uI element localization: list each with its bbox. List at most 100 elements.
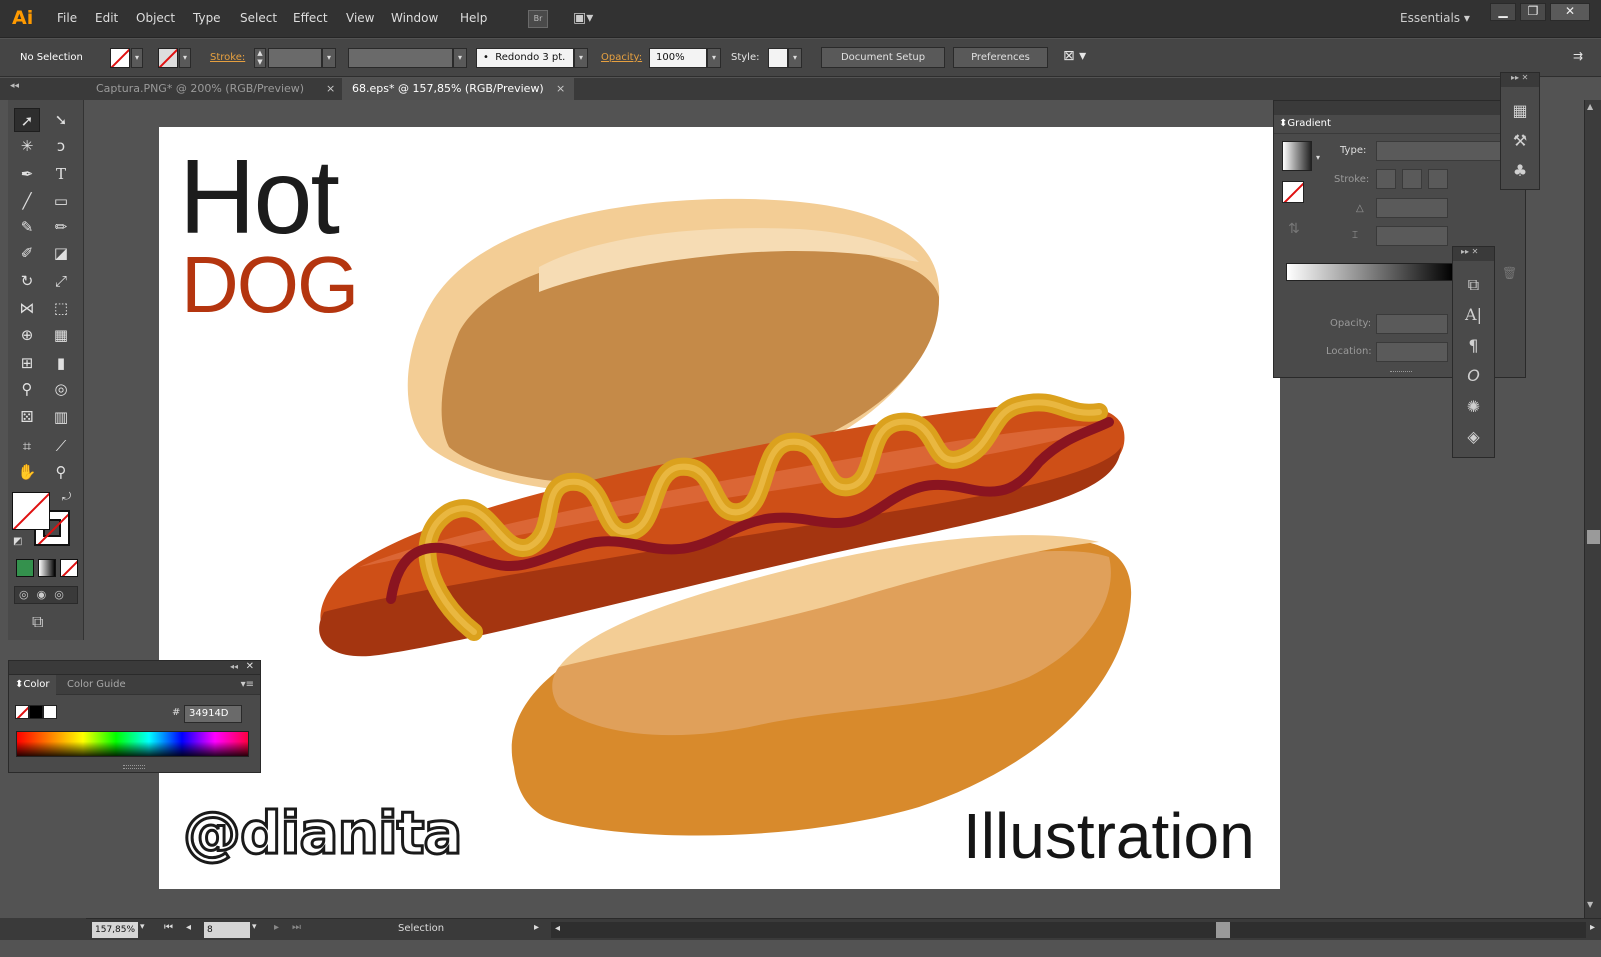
character-icon[interactable]: A| [1453,305,1494,324]
resize-grip-icon[interactable] [123,765,145,769]
appearance-icon[interactable]: ✺ [1453,397,1494,416]
stroke-along-button[interactable] [1402,169,1422,189]
symbol-sprayer-tool[interactable]: ⚄ [14,405,40,429]
tab-gradient[interactable]: ⬍Gradient [1274,115,1344,133]
stroke-within-button[interactable] [1376,169,1396,189]
gradient-swatch[interactable] [1282,141,1312,171]
tab-color-guide[interactable]: Color Guide [61,675,132,695]
selection-tool[interactable]: ➚ [14,108,40,132]
mesh-tool[interactable]: ⊞ [14,351,40,375]
status-menu-icon[interactable]: ▸ [534,922,539,933]
panel-options-icon[interactable]: ▾≡ [241,679,254,690]
scroll-left-icon[interactable]: ◂ [555,923,560,934]
stroke-label[interactable]: Stroke: [210,52,245,63]
swap-fill-stroke-icon[interactable]: ⤾ [62,490,71,504]
perspective-grid-tool[interactable]: ▦ [48,323,74,347]
gradient-tool[interactable]: ▮ [48,351,74,375]
artboard-dropdown[interactable]: ▾ [252,922,257,932]
default-colors-icon[interactable]: ◩ [13,536,22,547]
preferences-button[interactable]: Preferences [953,47,1048,68]
blend-tool[interactable]: ◎ [48,377,74,401]
magic-wand-tool[interactable]: ✳ [14,134,40,158]
stroke-weight-stepper[interactable]: ▲ ▼ [254,48,266,68]
screen-mode-icon[interactable]: ⧉ [32,612,43,632]
blob-brush-tool[interactable]: ✐ [14,241,40,265]
eraser-tool[interactable]: ◪ [48,241,74,265]
tab-68-eps[interactable]: 68.eps* @ 157,85% (RGB/Preview) × [342,78,574,100]
artboard-tool[interactable]: ⌗ [14,434,40,458]
symbols-icon[interactable]: ♣ [1501,161,1539,180]
shape-builder-tool[interactable]: ⊕ [14,323,40,347]
gradient-slider[interactable] [1286,263,1454,281]
scroll-up-icon[interactable]: ▲ [1587,102,1593,111]
line-tool[interactable]: ╱ [14,189,40,213]
artboard-number-field[interactable]: 8 [204,922,250,938]
opacity-dropdown[interactable]: ▾ [707,48,721,68]
panel-menu-icon[interactable]: ⇉ [1573,49,1583,63]
type-tool[interactable]: T [48,162,74,186]
pencil-tool[interactable]: ✏ [48,215,74,239]
menu-view[interactable]: View [346,11,374,25]
stroke-dropdown[interactable]: ▾ [179,48,191,68]
slice-tool[interactable]: ⟋ [48,434,74,458]
scroll-down-icon[interactable]: ▼ [1587,900,1593,909]
location-field[interactable] [1376,342,1448,362]
previous-artboard-icon[interactable]: ◂ [186,922,191,933]
gradient-type-select[interactable] [1376,141,1504,161]
rotate-tool[interactable]: ↻ [14,269,40,293]
collapse-panel-icon[interactable]: ◂◂ [230,662,238,671]
fill-dropdown[interactable]: ▾ [131,48,143,68]
fill-swatch[interactable] [110,48,130,68]
gradient-mode-button[interactable] [38,559,56,577]
menu-file[interactable]: File [57,11,77,25]
hex-input[interactable]: 34914D [184,705,242,723]
style-dropdown[interactable]: ▾ [788,48,802,68]
color-mode-button[interactable] [16,559,34,577]
drawing-modes-icon[interactable]: ◎◉◎ [14,586,78,604]
stroke-swatch[interactable] [158,48,178,68]
bridge-button[interactable]: Br [528,10,548,28]
close-tab-icon[interactable]: × [556,78,565,100]
rectangle-tool[interactable]: ▭ [48,189,74,213]
paintbrush-tool[interactable]: ✎ [14,215,40,239]
white-swatch[interactable] [43,705,57,719]
tab-captura[interactable]: Captura.PNG* @ 200% (RGB/Preview) × [86,78,341,100]
opacity-label[interactable]: Opacity: [601,52,642,63]
resize-grip-icon[interactable] [1390,371,1412,375]
zoom-dropdown[interactable]: ▾ [140,922,145,932]
style-swatch[interactable] [768,48,788,68]
horizontal-scroll-thumb[interactable] [1216,922,1230,938]
menu-effect[interactable]: Effect [293,11,328,25]
menu-edit[interactable]: Edit [95,11,118,25]
menu-object[interactable]: Object [136,11,175,25]
restore-button[interactable]: ❐ [1520,3,1546,21]
stroke-weight-field[interactable] [268,48,322,68]
arrange-documents-icon[interactable]: ▣▾ [573,10,603,28]
transform-icon[interactable]: ⧉ [1453,275,1494,295]
menu-select[interactable]: Select [240,11,277,25]
none-swatch[interactable] [15,705,29,719]
aspect-ratio-field[interactable] [1376,226,1448,246]
close-panel-icon[interactable]: ✕ [246,661,254,672]
fill-stroke-mini[interactable] [1282,181,1304,203]
pen-tool[interactable]: ✒ [14,162,40,186]
scale-tool[interactable]: ⤢ [48,269,74,293]
dock-header[interactable]: ▸▸ ✕ [1453,247,1494,261]
lasso-tool[interactable]: ↄ [48,134,74,158]
stroke-weight-dropdown[interactable]: ▾ [322,48,336,68]
menu-help[interactable]: Help [460,11,487,25]
horizontal-scrollbar[interactable]: ◂ [551,922,1586,938]
layers-icon[interactable]: ◈ [1453,427,1494,446]
column-graph-tool[interactable]: ▥ [48,405,74,429]
swatches-icon[interactable]: ▦ [1501,101,1539,120]
dock-header[interactable]: ▸▸ ✕ [1501,73,1539,87]
eyedropper-tool[interactable]: ⚲ [14,377,40,401]
delete-stop-icon[interactable]: 🗑 [1502,266,1517,280]
brush-dropdown[interactable]: ▾ [574,48,588,68]
hand-tool[interactable]: ✋ [14,460,40,484]
last-artboard-icon[interactable]: ⏭ [292,922,301,933]
minimize-button[interactable]: ▁ [1490,3,1516,21]
isolation-icon[interactable]: ⊠ ▾ [1063,48,1086,64]
fill-color-box[interactable] [12,492,50,530]
close-tab-icon[interactable]: × [326,78,335,100]
